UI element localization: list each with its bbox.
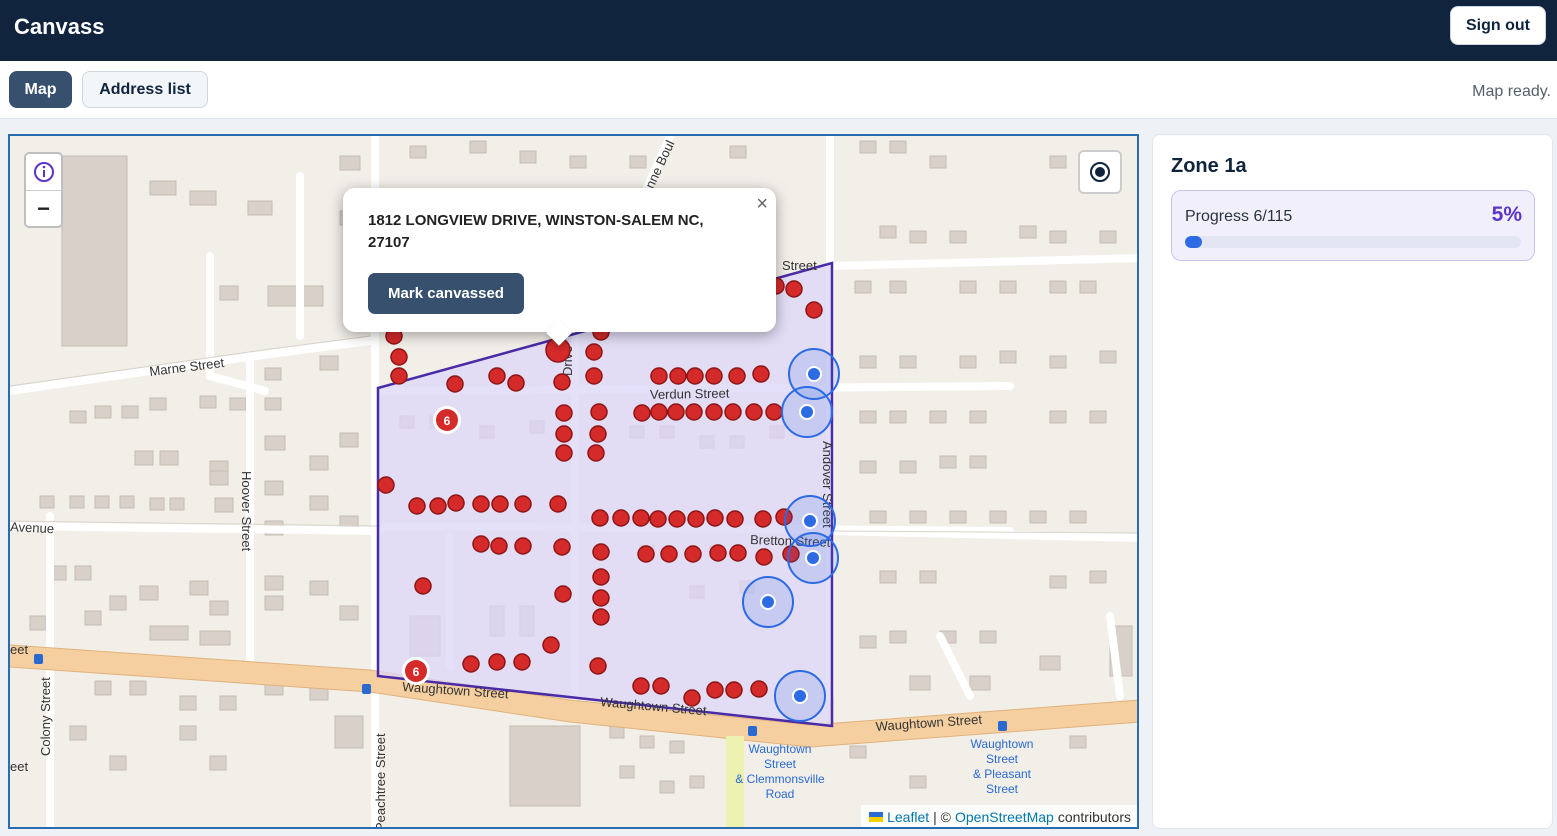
map-attribution: Leaflet | © OpenStreetMap contributors [861,805,1137,827]
map-controls: − [24,152,63,228]
street-label: Peachtree Street [373,733,388,829]
sign-out-button[interactable]: Sign out [1450,6,1546,45]
progress-track [1185,236,1521,248]
canvassed-marker [774,670,826,722]
poi-label: Street [986,752,1019,766]
canvassed-marker [781,386,833,438]
info-icon[interactable] [26,154,61,191]
street-label: eet [10,759,28,774]
street-label: Avenue [10,519,54,536]
ukraine-flag-icon [869,812,884,822]
poi-label: & Pleasant [973,767,1032,781]
popup-address: 1812 LONGVIEW DRIVE, WINSTON-SALEM NC, 2… [368,212,704,251]
progress-percent: 5% [1491,203,1522,226]
cluster-marker[interactable]: 6 [402,657,430,685]
progress-fill [1185,236,1203,248]
leaflet-link[interactable]: Leaflet [887,809,929,825]
mark-canvassed-button[interactable]: Mark canvassed [368,273,524,314]
address-popup: × 1812 LONGVIEW DRIVE, WINSTON-SALEM NC,… [343,188,776,346]
poi-label: & Clemmonsville [735,772,825,786]
zone-title: Zone 1a [1171,155,1247,177]
cluster-marker[interactable]: 6 [433,406,461,434]
attribution-separator: | © [933,809,951,825]
poi-label: Waughtown [749,742,812,756]
app-title: Canvass [14,14,105,39]
bus-stop-icon [34,654,43,664]
bus-stop-icon [748,726,757,736]
progress-card: Progress 6/115 5% [1171,190,1535,261]
tab-map[interactable]: Map [9,71,72,108]
poi-label: Street [986,782,1019,796]
popup-close-button[interactable]: × [756,194,768,214]
zoom-out-button[interactable]: − [26,191,61,226]
poi-label: Waughtown [971,737,1034,751]
street-label: eet [10,642,28,657]
map-view[interactable]: Marne Street Verdun Street Bretton Stree… [8,134,1139,829]
canvassed-marker [787,532,839,584]
tab-bar: Map Address list Map ready. [0,61,1557,119]
street-label: Street [782,258,817,273]
progress-label: Progress 6/115 [1185,208,1293,225]
tab-address-list[interactable]: Address list [82,71,208,108]
map-status-text: Map ready. [1472,83,1551,100]
locate-icon [1090,162,1110,182]
osm-link[interactable]: OpenStreetMap [955,809,1054,825]
bus-stop-icon [998,721,1007,731]
canvassed-marker [742,576,794,628]
street-label: Colony Street [38,677,53,756]
zone-panel: Zone 1a Progress 6/115 5% [1152,134,1553,829]
poi-label: Street [764,757,797,771]
bus-stop-icon [362,684,371,694]
svg-text:6: 6 [413,665,420,679]
street-label: Verdun Street [650,386,730,402]
street-label: Hoover Street [239,471,254,552]
attribution-suffix: contributors [1057,809,1131,825]
svg-text:6: 6 [444,414,451,428]
poi-label: Road [766,787,795,801]
top-bar: Canvass Sign out [0,0,1557,61]
locate-button[interactable] [1078,150,1122,194]
